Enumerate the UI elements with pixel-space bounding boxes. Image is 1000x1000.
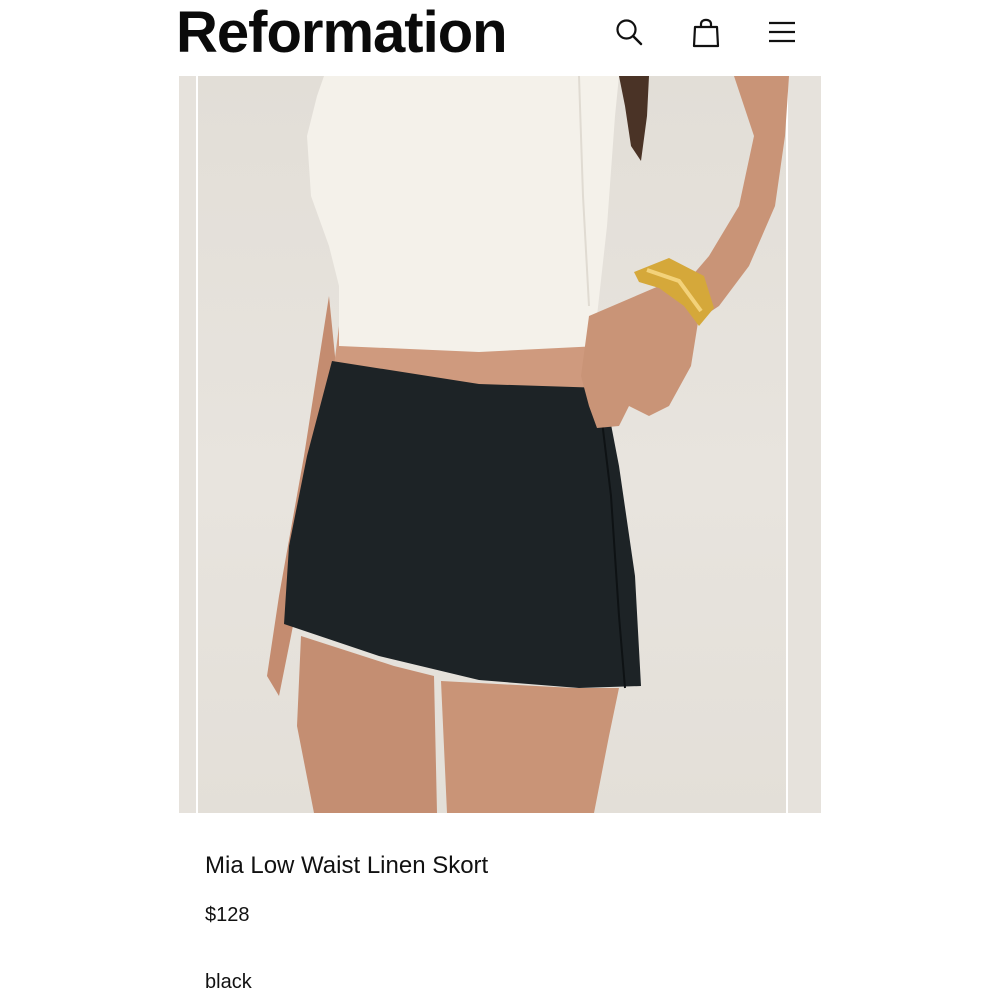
hamburger-menu-icon	[769, 21, 795, 43]
product-price: $128	[205, 904, 250, 926]
search-icon	[616, 19, 643, 46]
product-title[interactable]: Mia Low Waist Linen Skort	[205, 851, 488, 881]
product-color: black	[205, 971, 252, 993]
shopping-bag-icon	[692, 18, 720, 48]
brand-logo[interactable]: Reformation	[176, 2, 508, 64]
cart-button[interactable]	[684, 10, 728, 54]
product-photo-illustration	[267, 76, 789, 813]
site-header: Reformation	[0, 0, 1000, 76]
menu-button[interactable]	[760, 10, 804, 54]
search-button[interactable]	[607, 10, 651, 54]
product-image[interactable]	[179, 76, 821, 813]
